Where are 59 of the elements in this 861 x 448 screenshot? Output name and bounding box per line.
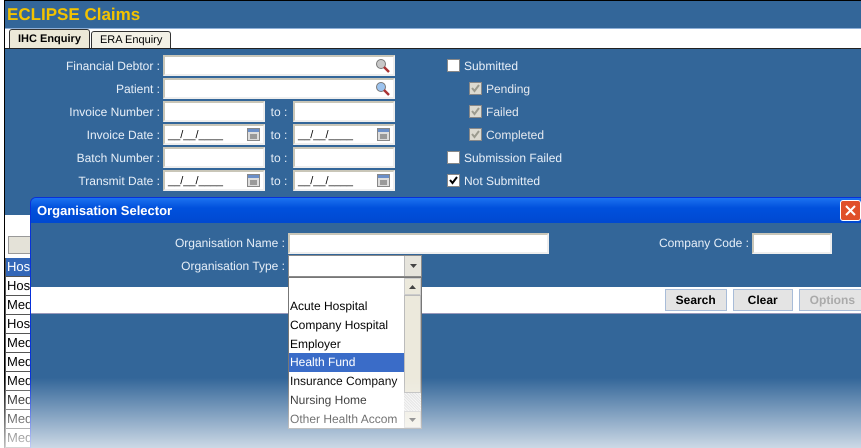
tab[interactable]: ERA Enquiry [90, 31, 172, 48]
checkbox-label: Completed [486, 128, 544, 142]
to-label: to : [270, 174, 288, 188]
checkbox-label: Submission Failed [464, 150, 562, 165]
list-item[interactable]: Employer [289, 334, 404, 354]
field-label: Financial Debtor : [64, 58, 161, 73]
text-field[interactable] [288, 232, 549, 254]
list-item[interactable]: Other Health Accom [289, 410, 404, 429]
date-field[interactable]: __/__/____ [293, 124, 395, 146]
checkbox[interactable] [447, 151, 460, 164]
field-label: Invoice Date : [86, 128, 161, 142]
text-field[interactable] [163, 147, 265, 168]
app-title: ECLIPSE Claims [7, 4, 140, 25]
checkbox-label: Pending [486, 82, 530, 96]
date-field[interactable]: __/__/____ [163, 170, 265, 192]
button[interactable]: Search [664, 289, 727, 311]
list-item[interactable]: Acute Hospital [289, 297, 404, 316]
button[interactable]: Clear [732, 289, 793, 311]
close-button[interactable] [840, 200, 861, 221]
dropdown-list[interactable]: Acute Hospital Company Hospital Employer Health Fund Insurance Company Nursing Home Other Health Accom [288, 277, 422, 429]
checkbox-label: Not Submitted [464, 174, 540, 188]
tab[interactable]: IHC Enquiry [9, 29, 90, 48]
search-icon[interactable] [375, 58, 390, 74]
dropdown[interactable] [288, 255, 422, 277]
checkbox[interactable] [447, 174, 460, 188]
list-item[interactable]: Nursing Home [289, 390, 404, 410]
calendar-icon[interactable] [377, 128, 390, 142]
list-item[interactable]: Company Hospital [289, 316, 404, 335]
search-field[interactable] [163, 55, 395, 76]
date-field[interactable]: __/__/____ [163, 124, 265, 146]
text-field[interactable] [163, 101, 265, 122]
list-item[interactable]: Insurance Company [289, 372, 404, 391]
to-label: to : [270, 104, 288, 119]
field-label: Transmit Date : [77, 174, 161, 188]
checkbox-label: Failed [486, 104, 519, 119]
checkbox[interactable] [447, 59, 460, 72]
calendar-icon[interactable] [377, 174, 390, 188]
field-label: Organisation Type : [180, 259, 286, 273]
close-icon[interactable] [845, 205, 856, 216]
dropdown-arrow-icon[interactable] [410, 264, 416, 268]
list-item[interactable]: Health Fund [289, 353, 404, 372]
text-field[interactable] [293, 101, 395, 122]
dialog-title: Organisation Selector [37, 203, 172, 218]
search-icon[interactable] [375, 81, 390, 96]
checkbox-label: Submitted [464, 58, 518, 73]
calendar-icon[interactable] [247, 174, 260, 188]
to-label: to : [270, 150, 288, 165]
field-label: Batch Number : [76, 150, 161, 165]
date-field[interactable]: __/__/____ [293, 170, 395, 192]
field-label: Patient : [114, 82, 161, 96]
search-field[interactable] [163, 78, 395, 100]
text-field[interactable] [293, 147, 395, 168]
text-field[interactable] [752, 232, 832, 254]
calendar-icon[interactable] [247, 128, 260, 142]
field-label: Invoice Number : [68, 104, 161, 119]
to-label: to : [270, 128, 288, 142]
field-label: Organisation Name : [174, 236, 286, 250]
field-label: Company Code : [658, 236, 750, 250]
scrollbar[interactable] [404, 278, 421, 428]
